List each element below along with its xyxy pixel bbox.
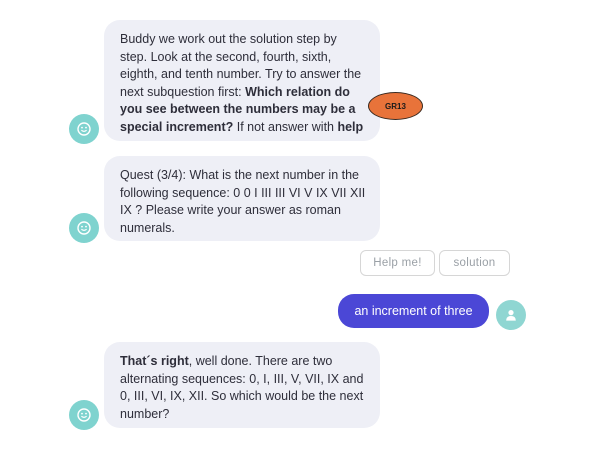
bot-avatar (69, 114, 99, 144)
help-keyword: help (337, 119, 364, 134)
smiley-face-icon (77, 122, 91, 136)
bot-message-3: That´s right, well done. There are two a… (104, 342, 380, 428)
bot-message-2: Quest (3/4): What is the next number in … (104, 156, 380, 241)
bot-avatar (69, 400, 99, 430)
message-bold-text: That´s right (120, 354, 189, 368)
bot-avatar (69, 213, 99, 243)
smiley-face-icon (77, 408, 91, 422)
user-person-icon (506, 310, 516, 321)
bot-message-1: Buddy we work out the solution step by s… (104, 20, 380, 141)
badge-label: GR13 (385, 101, 406, 111)
message-text: Quest (3/4): What is the next number in … (120, 168, 366, 235)
solution-button[interactable]: solution (439, 250, 510, 276)
user-avatar (496, 300, 526, 330)
help-me-label: Help me! (373, 257, 422, 269)
message-text: If not answer with (233, 119, 338, 134)
smiley-face-icon (77, 221, 91, 235)
help-me-button[interactable]: Help me! (360, 250, 435, 276)
user-message: an increment of three (338, 294, 489, 328)
solution-label: solution (453, 257, 496, 269)
gr13-badge: GR13 (368, 92, 423, 120)
user-message-text: an increment of three (354, 304, 473, 318)
